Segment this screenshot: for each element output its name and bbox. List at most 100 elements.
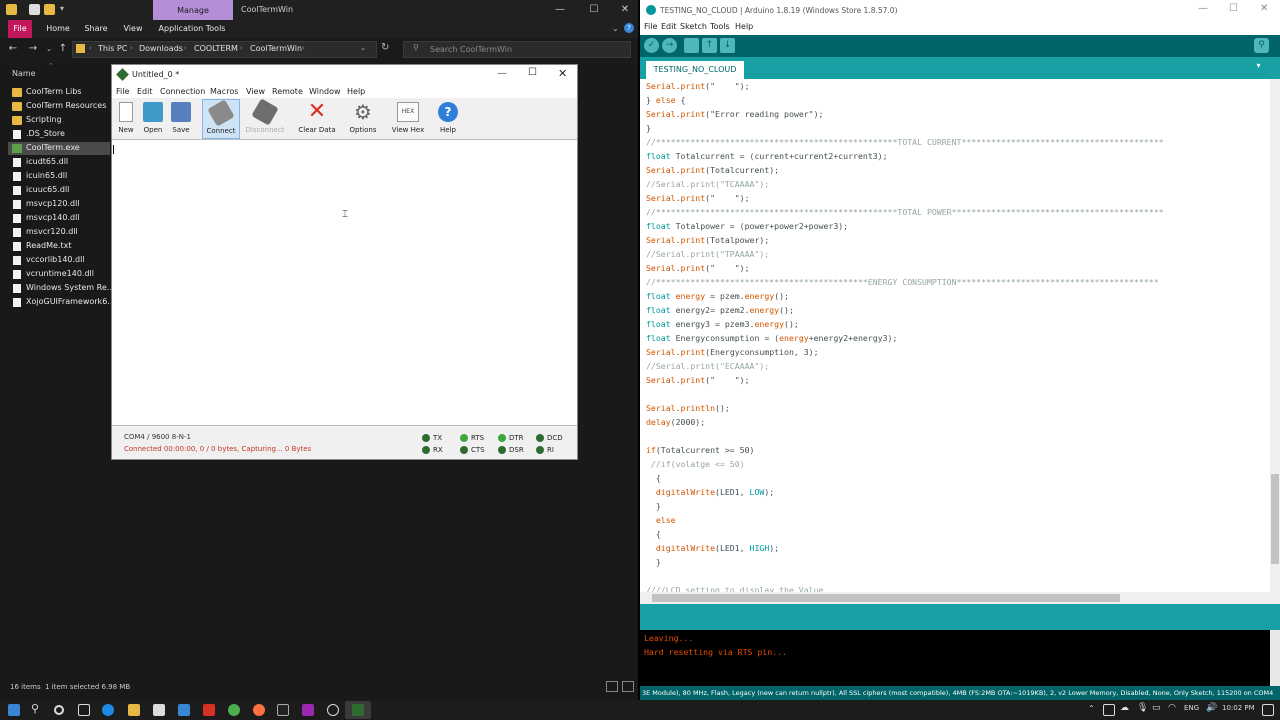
scroll-thumb[interactable] [652, 594, 1120, 602]
properties-icon[interactable] [29, 4, 40, 15]
minimize-icon[interactable]: — [550, 3, 570, 17]
up-arrow-icon[interactable]: ↑ [56, 41, 70, 57]
details-view-icon[interactable] [606, 681, 618, 692]
app-red-icon[interactable] [203, 704, 215, 716]
file-list-item[interactable]: CoolTerm Resources [8, 100, 110, 113]
tab-share[interactable]: Share [78, 20, 114, 38]
menu-tools[interactable]: Tools [710, 22, 730, 31]
tab-view[interactable]: View [116, 20, 150, 38]
customize-qa-icon[interactable]: ▾ [60, 4, 64, 13]
editor-vertical-scrollbar[interactable] [1270, 79, 1280, 592]
tab-home[interactable]: Home [40, 20, 76, 38]
back-arrow-icon[interactable]: ← [6, 41, 20, 57]
network-icon[interactable]: ◠ [1168, 703, 1176, 713]
options-button[interactable]: ⚙ Options [346, 99, 380, 139]
file-list-item[interactable]: ReadMe.txt [8, 240, 110, 253]
scroll-thumb[interactable] [1271, 474, 1279, 564]
breadcrumb-this-pc[interactable]: This PC [98, 44, 127, 53]
volume-icon[interactable]: 🔊 [1206, 703, 1217, 713]
ribbon-context-manage[interactable]: Manage [153, 0, 233, 20]
menu-edit[interactable]: Edit [137, 87, 153, 96]
maximize-icon[interactable]: ☐ [1229, 3, 1238, 14]
breadcrumb-coolterm[interactable]: COOLTERM [194, 44, 238, 53]
file-list-item[interactable]: icuin65.dll [8, 170, 110, 183]
close-icon[interactable]: ✕ [558, 67, 567, 80]
menu-file[interactable]: File [644, 22, 657, 31]
menu-macros[interactable]: Macros [210, 87, 238, 96]
new-sketch-icon[interactable] [684, 38, 699, 53]
chrome-icon[interactable] [228, 704, 240, 716]
minimize-icon[interactable]: — [497, 68, 507, 79]
tray-app-icon[interactable] [1103, 704, 1115, 716]
notifications-icon[interactable] [1262, 704, 1274, 716]
file-list-item[interactable]: vccorlib140.dll [8, 254, 110, 267]
app-purple-icon[interactable] [302, 704, 314, 716]
battery-icon[interactable]: ▭ [1152, 703, 1161, 713]
file-list-item[interactable]: msvcp140.dll [8, 212, 110, 225]
serial-monitor-icon[interactable]: ⚲ [1254, 38, 1269, 53]
forward-arrow-icon[interactable]: → [26, 41, 40, 57]
search-icon[interactable]: ⚲ [31, 702, 39, 715]
connect-button[interactable]: Connect [202, 99, 240, 139]
refresh-icon[interactable]: ↻ [381, 42, 389, 53]
help-button[interactable]: ? Help [434, 99, 462, 139]
start-windows-icon[interactable] [8, 704, 20, 716]
file-list-item[interactable]: Scripting [8, 114, 110, 127]
file-list-item[interactable]: CoolTerm Libs [8, 86, 110, 99]
search-input[interactable]: Search CoolTermWin [430, 45, 512, 54]
tiktok-icon[interactable] [277, 704, 289, 716]
close-icon[interactable]: ✕ [615, 3, 635, 17]
task-view-icon[interactable] [78, 704, 90, 716]
terminal-area[interactable] [112, 141, 577, 425]
clear-data-button[interactable]: ✕ Clear Data [296, 99, 338, 139]
file-list-item[interactable]: XojoGUIFramework64.dl [8, 296, 116, 309]
menu-view[interactable]: View [246, 87, 265, 96]
menu-connection[interactable]: Connection [160, 87, 205, 96]
file-list-item[interactable]: vcruntime140.dll [8, 268, 110, 281]
mail-icon[interactable] [178, 704, 190, 716]
address-dropdown-icon[interactable]: ⌄ [360, 44, 366, 52]
menu-file[interactable]: File [116, 87, 129, 96]
recent-locations-icon[interactable]: ⌄ [42, 41, 56, 57]
new-folder-icon[interactable] [44, 4, 55, 15]
editor-horizontal-scrollbar[interactable] [640, 592, 1280, 604]
clock-time[interactable]: 10:02 PM [1222, 704, 1255, 712]
open-button[interactable]: Open [140, 99, 166, 139]
cortana-icon[interactable] [54, 705, 64, 715]
tab-menu-icon[interactable]: ▾ [1252, 61, 1265, 73]
disconnect-button[interactable]: Disconnect [242, 98, 288, 139]
open-sketch-icon[interactable]: ↑ [702, 38, 717, 53]
breadcrumb-downloads[interactable]: Downloads [139, 44, 183, 53]
maximize-icon[interactable]: ☐ [584, 3, 604, 17]
view-hex-button[interactable]: HEX View Hex [390, 99, 426, 139]
menu-window[interactable]: Window [309, 87, 341, 96]
menu-remote[interactable]: Remote [272, 87, 303, 96]
tab-file[interactable]: File [8, 20, 32, 38]
breadcrumb-cooltermwin[interactable]: CoolTermWin [250, 44, 302, 53]
menu-edit[interactable]: Edit [661, 22, 677, 31]
new-button[interactable]: New [114, 99, 138, 139]
file-list-item[interactable]: msvcr120.dll [8, 226, 110, 239]
file-list-item[interactable]: msvcp120.dll [8, 198, 110, 211]
verify-check-icon[interactable]: ✓ [644, 38, 659, 53]
tray-chevron-icon[interactable]: ⌃ [1088, 704, 1095, 713]
file-explorer-icon[interactable] [128, 704, 140, 716]
menu-help[interactable]: Help [347, 87, 365, 96]
close-icon[interactable]: ✕ [1260, 3, 1268, 14]
menu-sketch[interactable]: Sketch [680, 22, 707, 31]
arduino-taskbar-icon[interactable] [327, 704, 339, 716]
expand-ribbon-icon[interactable]: ⌄ [612, 24, 619, 33]
language-indicator[interactable]: ENG [1184, 704, 1199, 712]
tab-testing-no-cloud[interactable]: TESTING_NO_CLOUD [646, 61, 744, 79]
file-list-item[interactable]: Windows System Requir [8, 282, 116, 295]
console-divider[interactable] [640, 604, 1280, 630]
cloud-icon[interactable]: ☁ [1120, 703, 1129, 713]
console-scrollbar[interactable] [1270, 630, 1280, 686]
firefox-icon[interactable] [253, 704, 265, 716]
maximize-icon[interactable]: ☐ [528, 67, 537, 78]
menu-help[interactable]: Help [735, 22, 753, 31]
store-icon[interactable] [153, 704, 165, 716]
microphone-icon[interactable]: 🎙 [1137, 703, 1148, 713]
help-icon[interactable]: ? [624, 23, 634, 33]
large-icons-view-icon[interactable] [622, 681, 634, 692]
